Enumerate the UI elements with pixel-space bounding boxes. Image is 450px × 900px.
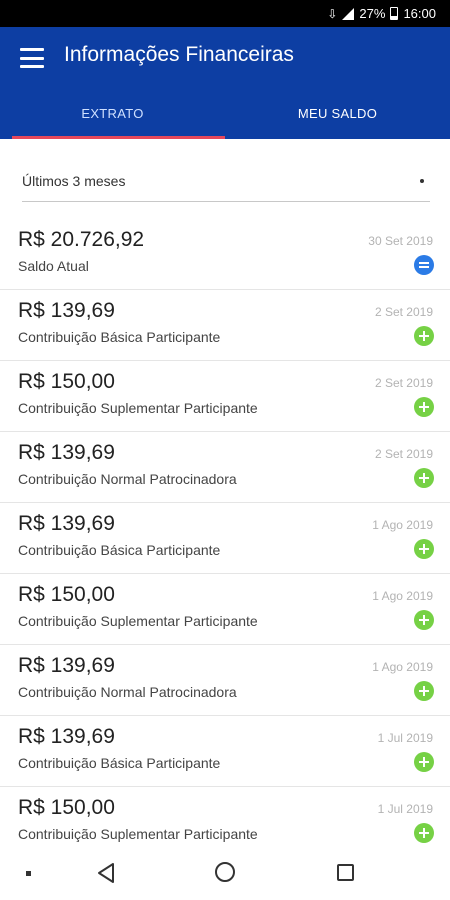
transaction-row[interactable]: R$ 139,69 Contribuição Básica Participant…	[0, 716, 450, 787]
transaction-amount: R$ 150,00	[18, 796, 115, 819]
plus-icon	[414, 610, 434, 630]
dropdown-icon	[420, 178, 424, 183]
period-dropdown[interactable]: Últimos 3 meses	[22, 160, 430, 202]
system-nav-bar	[0, 852, 450, 900]
transaction-amount: R$ 20.726,92	[18, 228, 145, 251]
battery-percent: 27%	[359, 6, 386, 21]
transaction-description: Contribuição Suplementar Participante	[18, 826, 258, 842]
transaction-date: 1 Jul 2019	[377, 802, 433, 816]
plus-icon	[414, 539, 434, 559]
recent-apps-icon[interactable]	[337, 864, 354, 881]
transaction-amount: R$ 139,69	[18, 441, 115, 464]
plus-icon	[414, 752, 434, 772]
page-title: Informações Financeiras	[64, 43, 294, 66]
home-icon[interactable]	[215, 862, 235, 882]
transaction-row[interactable]: R$ 150,00 Contribuição Suplementar Partic…	[0, 574, 450, 645]
transaction-row[interactable]: R$ 150,00 Contribuição Suplementar Partic…	[0, 787, 450, 858]
back-icon[interactable]	[96, 862, 116, 884]
period-selected-value: Últimos 3 meses	[22, 172, 126, 189]
transaction-description: Contribuição Suplementar Participante	[18, 400, 258, 416]
transaction-description: Contribuição Normal Patrocinadora	[18, 684, 237, 700]
plus-icon	[414, 468, 434, 488]
tab-meu-saldo[interactable]: MEU SALDO	[225, 97, 450, 139]
transaction-row[interactable]: R$ 139,69 Contribuição Básica Participant…	[0, 503, 450, 574]
transaction-date: 2 Set 2019	[374, 305, 433, 319]
tab-bar: EXTRATO MEU SALDO	[0, 97, 450, 139]
transaction-list: R$ 20.726,92 Saldo Atual 30 Set 2019 R$ 139…	[0, 219, 450, 858]
transaction-date: 30 Set 2019	[368, 234, 433, 248]
transaction-date: 1 Jul 2019	[377, 731, 433, 745]
tab-extrato[interactable]: EXTRATO	[0, 97, 225, 139]
transaction-date: 2 Set 2019	[374, 447, 433, 461]
transaction-amount: R$ 139,69	[18, 299, 115, 322]
transaction-date: 2 Set 2019	[374, 376, 433, 390]
transaction-date: 1 Ago 2019	[372, 589, 433, 603]
transaction-amount: R$ 150,00	[18, 370, 115, 393]
app-bar: Informações Financeiras EXTRATO MEU SALD…	[0, 27, 450, 139]
transaction-amount: R$ 150,00	[18, 583, 115, 606]
transaction-description: Saldo Atual	[18, 258, 89, 274]
transaction-description: Contribuição Básica Participante	[18, 542, 221, 558]
transaction-date: 1 Ago 2019	[372, 518, 433, 532]
equals-icon	[414, 255, 434, 275]
transaction-row[interactable]: R$ 150,00 Contribuição Suplementar Partic…	[0, 361, 450, 432]
transaction-row[interactable]: R$ 139,69 Contribuição Normal Patrocinado…	[0, 432, 450, 503]
clock: 16:00	[403, 6, 436, 21]
transaction-row[interactable]: R$ 139,69 Contribuição Normal Patrocinado…	[0, 645, 450, 716]
transaction-description: Contribuição Básica Participante	[18, 329, 221, 345]
plus-icon	[414, 681, 434, 701]
transaction-amount: R$ 139,69	[18, 512, 115, 535]
transaction-row[interactable]: R$ 20.726,92 Saldo Atual 30 Set 2019	[0, 219, 450, 290]
transaction-amount: R$ 139,69	[18, 654, 115, 677]
transaction-description: Contribuição Suplementar Participante	[18, 613, 258, 629]
transaction-date: 1 Ago 2019	[372, 660, 433, 674]
plus-icon	[414, 397, 434, 417]
signal-icon	[342, 7, 355, 20]
notification-icon: ⇩	[327, 6, 338, 21]
menu-icon[interactable]	[20, 48, 44, 68]
nav-dot-icon[interactable]	[26, 871, 31, 876]
transaction-amount: R$ 139,69	[18, 725, 115, 748]
plus-icon	[414, 326, 434, 346]
transaction-row[interactable]: R$ 139,69 Contribuição Básica Participant…	[0, 290, 450, 361]
transaction-description: Contribuição Normal Patrocinadora	[18, 471, 237, 487]
transaction-description: Contribuição Básica Participante	[18, 755, 221, 771]
battery-icon	[390, 7, 399, 20]
plus-icon	[414, 823, 434, 843]
status-bar: ⇩ 27% 16:00	[0, 0, 450, 27]
